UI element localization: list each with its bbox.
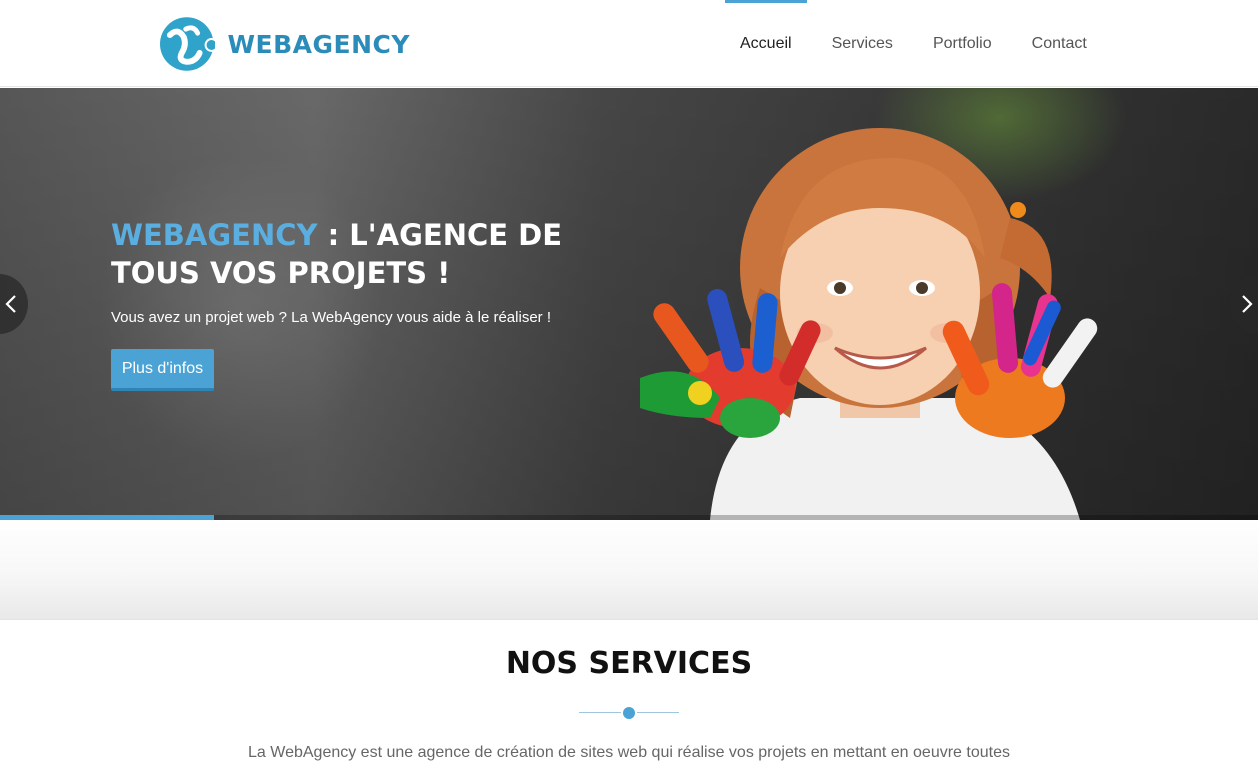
hero-title-brand: WEBAGENCY: [111, 218, 318, 252]
divider-dot: [623, 707, 635, 719]
logo-icon: [160, 17, 216, 71]
services-intro: La WebAgency est une agence de création …: [248, 744, 1010, 761]
chevron-right-icon: [1242, 295, 1253, 313]
nav-item-contact[interactable]: Contact: [1012, 0, 1107, 87]
logo[interactable]: WEBAGENCY: [160, 14, 410, 74]
services-title: NOS SERVICES: [505, 646, 753, 681]
nav-item-accueil[interactable]: Accueil: [720, 0, 812, 87]
hero-child-photo: [640, 128, 1098, 520]
title-divider: [579, 706, 679, 720]
nav-item-services[interactable]: Services: [812, 0, 913, 87]
hero-title: WEBAGENCY : L'AGENCE DE TOUS VOS PROJETS…: [111, 216, 631, 292]
hero-subtitle: Vous avez un projet web ? La WebAgency v…: [111, 309, 551, 326]
nav-item-portfolio[interactable]: Portfolio: [913, 0, 1012, 87]
logo-text: WEBAGENCY: [227, 29, 410, 59]
divider-line-right: [637, 712, 679, 713]
main-nav: Accueil Services Portfolio Contact: [720, 0, 1107, 87]
hero-slider: WEBAGENCY : L'AGENCE DE TOUS VOS PROJETS…: [0, 88, 1258, 520]
divider-line-left: [579, 712, 621, 713]
section-separator: [0, 520, 1258, 620]
site-header: WEBAGENCY Accueil Services Portfolio Con…: [0, 0, 1258, 87]
more-info-button[interactable]: Plus d'infos: [111, 349, 214, 391]
chevron-left-icon: [5, 295, 16, 313]
